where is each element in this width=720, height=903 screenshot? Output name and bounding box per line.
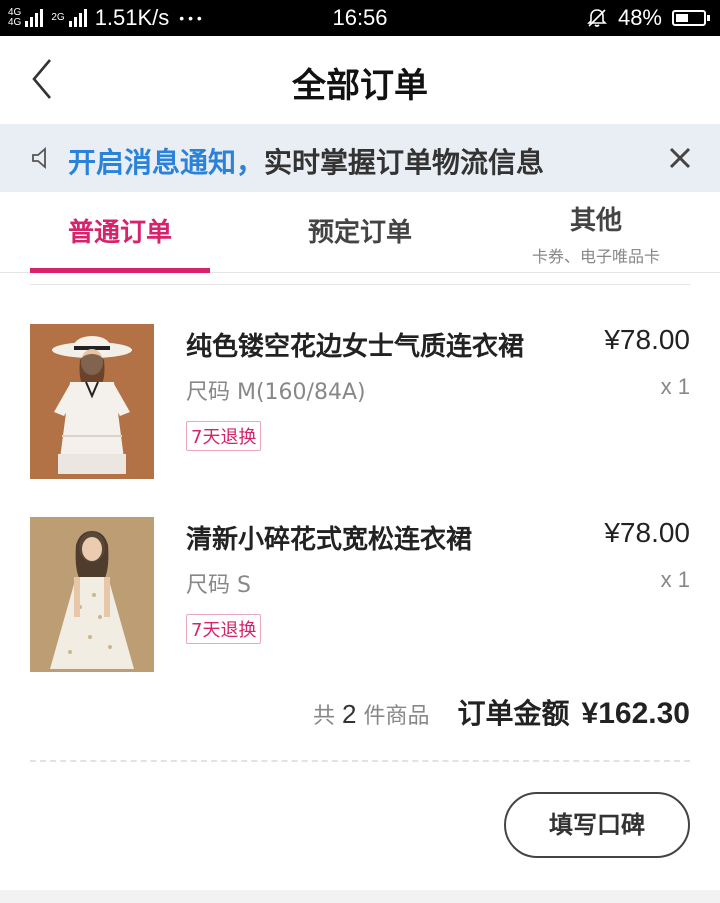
battery-percent: 48% (617, 5, 662, 30)
close-banner-button[interactable] (666, 144, 694, 172)
product-size: 尺码 S (186, 573, 251, 598)
product-image (30, 324, 154, 479)
bell-muted-icon (587, 9, 607, 27)
notification-banner[interactable]: 开启消息通知，实时掌握订单物流信息 (0, 124, 720, 192)
product-size: 尺码 M(160/84A) (186, 380, 366, 405)
close-icon (669, 147, 691, 169)
order-item[interactable]: 纯色镂空花边女士气质连衣裙 尺码 M(160/84A) 7天退换 ¥78.00 … (30, 324, 690, 479)
page-title: 全部订单 (292, 66, 428, 106)
notification-text: 开启消息通知，实时掌握订单物流信息 (68, 141, 544, 181)
tab-preorders[interactable]: 预定订单 (240, 192, 480, 272)
status-right: 48% (586, 5, 710, 31)
tab-label: 普通订单 (67, 218, 172, 248)
dashed-divider (30, 760, 690, 762)
order-tabs: 普通订单 预定订单 其他 卡券、电子唯品卡 (0, 192, 720, 273)
product-quantity: x 1 (660, 374, 690, 399)
write-review-button[interactable]: 填写口碑 (504, 792, 690, 858)
tab-active-indicator (30, 268, 210, 273)
notification-highlight: 开启消息通知， (68, 146, 265, 179)
status-bar: 4G 4G 2G 1.51K/s • • • 16:56 48% (0, 0, 720, 36)
divider (30, 284, 690, 285)
product-price: ¥78.00 (604, 324, 690, 355)
return-policy-badge: 7天退换 (186, 421, 262, 451)
nav-bar: 全部订单 (0, 36, 720, 124)
order-total-amount: ¥162.30 (581, 697, 690, 730)
battery-icon (672, 10, 710, 26)
bottom-separator (0, 890, 720, 903)
tab-label: 预定订单 (307, 218, 412, 248)
product-name: 纯色镂空花边女士气质连衣裙 (186, 332, 525, 362)
order-summary: 共 2 件商品 订单金额 ¥162.30 (313, 692, 690, 732)
item-count-suffix: 件商品 (363, 704, 430, 729)
notification-message: 实时掌握订单物流信息 (264, 146, 545, 179)
tab-normal-orders[interactable]: 普通订单 (0, 192, 240, 273)
product-quantity: x 1 (660, 567, 690, 592)
speaker-icon (32, 147, 46, 169)
product-image (30, 517, 154, 672)
order-item[interactable]: 清新小碎花式宽松连衣裙 尺码 S 7天退换 ¥78.00 x 1 (30, 517, 690, 672)
item-count: 共 2 件商品 (313, 698, 430, 730)
tab-label: 其他 (569, 206, 622, 236)
product-price: ¥78.00 (604, 517, 690, 548)
tab-sublabel: 卡券、电子唯品卡 (531, 247, 660, 266)
return-policy-badge: 7天退换 (186, 614, 262, 644)
product-name: 清新小碎花式宽松连衣裙 (186, 525, 473, 555)
battery-fill (676, 14, 689, 22)
order-total-label: 订单金额 (457, 697, 570, 730)
tab-other[interactable]: 其他 卡券、电子唯品卡 (476, 192, 716, 272)
item-count-prefix: 共 (313, 704, 336, 729)
item-count-number: 2 (342, 699, 357, 729)
